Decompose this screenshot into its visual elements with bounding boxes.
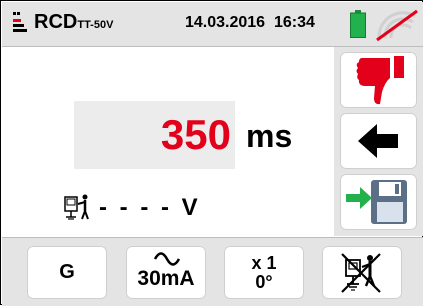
touch-voltage-value: - - - - — [99, 194, 172, 221]
touch-voltage-icon — [64, 194, 89, 220]
time-text: 16:34 — [273, 14, 315, 31]
touch-voltage-unit: V — [181, 194, 201, 221]
earth-measurement-button[interactable] — [322, 246, 402, 299]
instrument-screen: RCDTT-50V 14.03.2016 16:34 350 ms - - - … — [0, 0, 423, 306]
signal-disabled-icon — [376, 9, 418, 42]
result-button[interactable] — [340, 52, 417, 108]
touch-voltage-readout: - - - - V — [99, 194, 201, 222]
rcd-mode-icon — [13, 12, 27, 32]
date-time: 14.03.2016 16:34 — [185, 14, 315, 32]
back-arrow-icon — [358, 124, 398, 158]
earth-disabled-icon — [341, 253, 381, 293]
rcd-type-label: G — [59, 261, 75, 283]
rated-current-button[interactable]: 30mA — [126, 246, 206, 299]
thumbs-down-icon — [356, 56, 404, 105]
rated-current-label: 30mA — [137, 267, 195, 290]
trip-time-unit: ms — [246, 118, 293, 154]
rcd-type-button[interactable]: G — [27, 246, 107, 299]
mode-name: RCD — [34, 11, 78, 33]
save-icon — [346, 180, 407, 224]
status-bar: RCDTT-50V 14.03.2016 16:34 — [2, 2, 423, 47]
phase-label: 0° — [255, 272, 273, 292]
side-panel — [334, 47, 423, 236]
save-button[interactable] — [340, 174, 417, 230]
date-text: 14.03.2016 — [185, 14, 266, 31]
mode-title: RCDTT-50V — [34, 11, 113, 34]
function-bar: G 30mA x 1 0° — [2, 237, 423, 306]
multiplier-phase-button[interactable]: x 1 0° — [224, 246, 304, 299]
sine-wave-icon — [154, 252, 180, 266]
trip-time-value: 350 — [160, 111, 231, 158]
mode-subtitle: TT-50V — [77, 19, 114, 31]
back-button[interactable] — [340, 113, 417, 169]
trip-time-display: 350 — [74, 101, 235, 169]
battery-icon — [350, 10, 366, 38]
multiplier-label: x 1 — [251, 253, 277, 273]
